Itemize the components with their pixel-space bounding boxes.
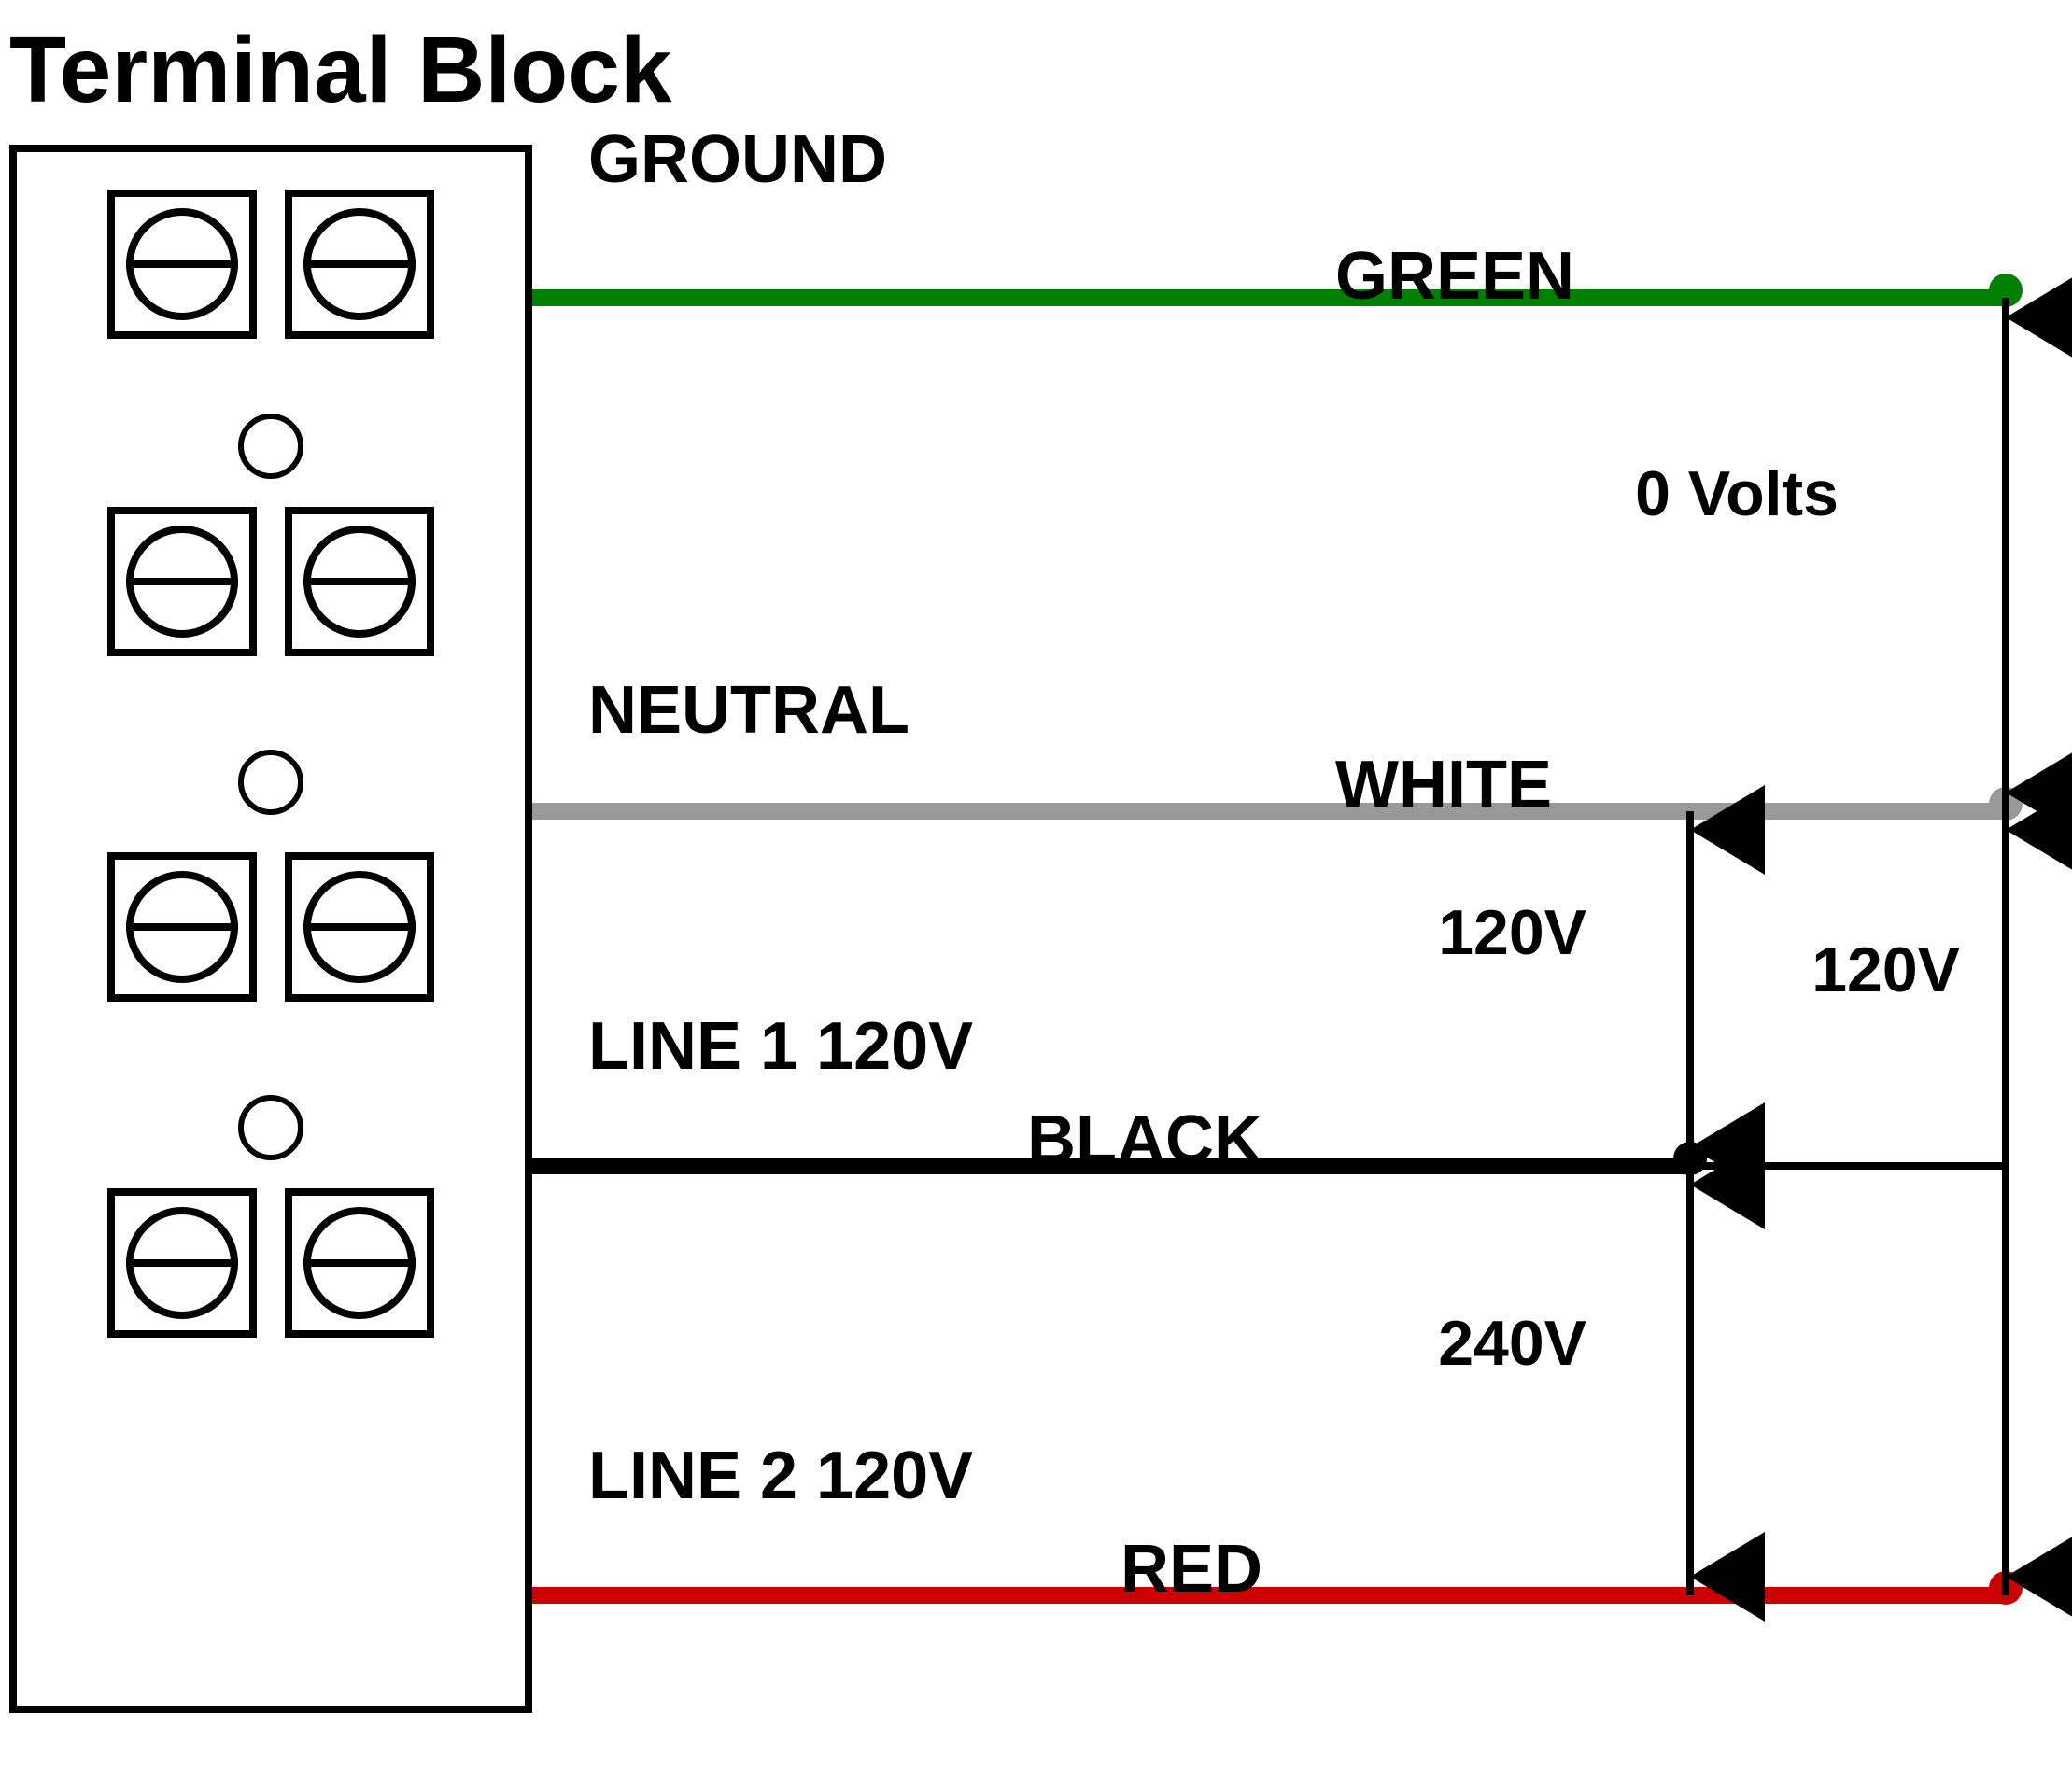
terminal-row-neutral — [17, 507, 525, 656]
wire-green — [532, 289, 2008, 306]
terminal-block — [9, 145, 532, 1713]
label-120v-left: 120V — [1438, 896, 1586, 969]
screw-terminal-5 — [107, 852, 257, 1002]
wire-white — [532, 803, 2008, 820]
screw-circle — [126, 208, 238, 320]
terminal-row-line2 — [17, 1188, 525, 1338]
label-120v-right: 120V — [1811, 934, 1960, 1006]
screw-circle — [126, 871, 238, 983]
label-red: RED — [1121, 1531, 1262, 1608]
screw-terminal-4 — [285, 507, 434, 656]
small-terminal-1 — [238, 414, 303, 479]
small-terminal-2 — [238, 750, 303, 815]
screw-terminal-6 — [285, 852, 434, 1002]
screw-terminal-7 — [107, 1188, 257, 1338]
label-line2: LINE 2 120V — [588, 1438, 973, 1514]
screw-circle — [126, 526, 238, 638]
terminal-row-small-2 — [17, 750, 525, 815]
screw-terminal-2 — [285, 190, 434, 339]
label-line1: LINE 1 120V — [588, 1008, 973, 1085]
label-white: WHITE — [1335, 747, 1552, 823]
screw-line — [126, 260, 238, 268]
label-neutral: NEUTRAL — [588, 672, 909, 749]
screw-terminal-1 — [107, 190, 257, 339]
screw-line — [126, 923, 238, 931]
wire-endpoint-black — [1673, 1142, 1707, 1175]
screw-line — [303, 578, 416, 585]
terminal-row-line1 — [17, 852, 525, 1002]
screw-line — [303, 1259, 416, 1267]
diagram-container: Terminal Block — [0, 0, 2072, 1769]
page-title: Terminal Block — [9, 17, 671, 124]
screw-line — [303, 923, 416, 931]
screw-line — [303, 260, 416, 268]
screw-circle — [303, 526, 416, 638]
screw-circle — [303, 871, 416, 983]
screw-circle — [126, 1207, 238, 1319]
screw-line — [126, 1259, 238, 1267]
terminal-row-small-1 — [17, 414, 525, 479]
terminal-row-small-3 — [17, 1095, 525, 1160]
wire-endpoint-white — [1989, 787, 2023, 821]
label-zero-volts: 0 Volts — [1635, 457, 1839, 530]
wire-endpoint-green — [1989, 274, 2023, 307]
label-ground: GROUND — [588, 121, 887, 198]
terminal-row-ground — [17, 190, 525, 339]
wire-endpoint-red — [1989, 1571, 2023, 1605]
screw-terminal-3 — [107, 507, 257, 656]
screw-terminal-8 — [285, 1188, 434, 1338]
label-240v: 240V — [1438, 1307, 1586, 1380]
label-green: GREEN — [1335, 238, 1574, 315]
label-black: BLACK — [1027, 1102, 1262, 1178]
screw-circle — [303, 208, 416, 320]
screw-circle — [303, 1207, 416, 1319]
wire-red — [532, 1587, 2008, 1604]
screw-line — [126, 578, 238, 585]
small-terminal-3 — [238, 1095, 303, 1160]
